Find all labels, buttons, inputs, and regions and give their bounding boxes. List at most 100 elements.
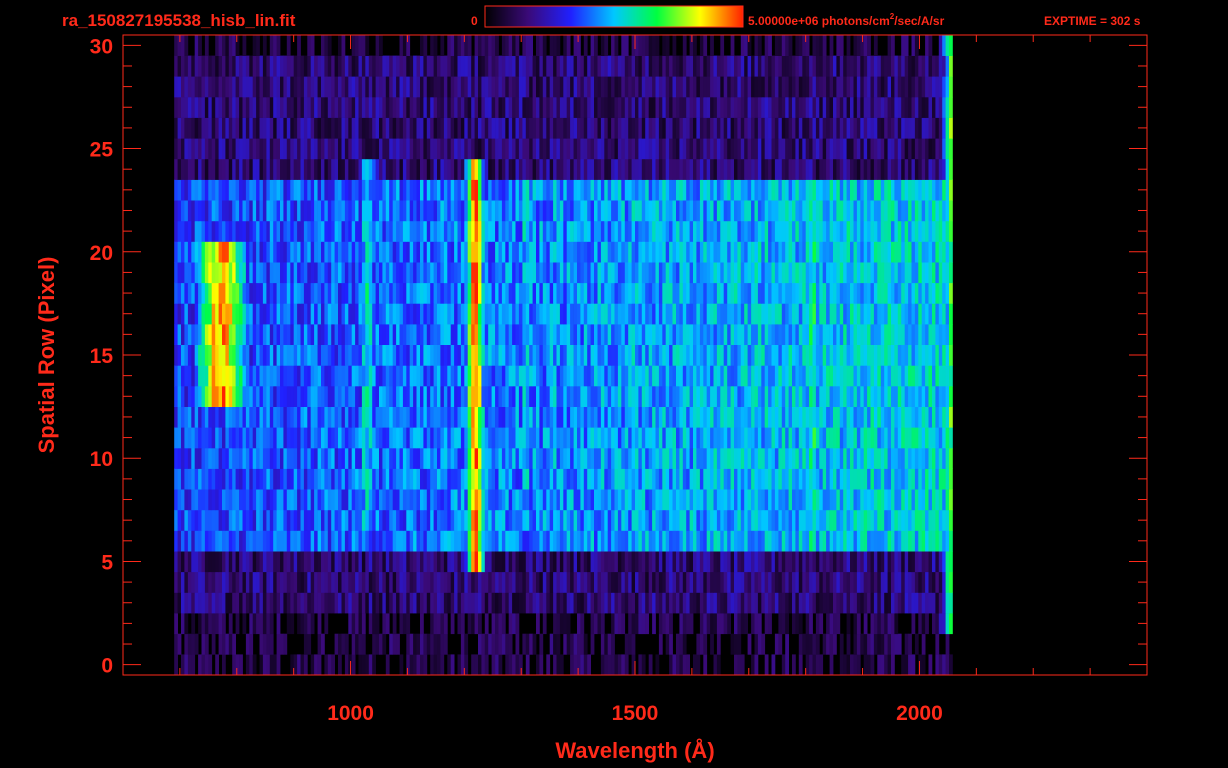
heatmap-cell [181, 324, 185, 345]
heatmap-cell [891, 654, 895, 676]
heatmap-cell [744, 489, 748, 511]
heatmap-cell [276, 489, 281, 511]
heatmap-cell [563, 571, 568, 593]
heatmap-cell [471, 262, 475, 284]
heatmap-cell [488, 200, 492, 222]
heatmap-cell [949, 406, 953, 428]
heatmap-cell [382, 613, 387, 635]
heatmap-cell [764, 654, 769, 676]
heatmap-cell [587, 509, 591, 531]
heatmap-cell [382, 262, 387, 284]
heatmap-cell [720, 468, 725, 490]
heatmap-cell [949, 571, 953, 593]
heatmap-cell [375, 200, 380, 222]
heatmap-cell [713, 447, 718, 469]
heatmap-cell [867, 241, 871, 263]
heatmap-cell [652, 571, 656, 593]
heatmap-cell [747, 406, 752, 428]
heatmap-cell [867, 427, 871, 449]
heatmap-cell [361, 220, 366, 242]
heatmap-cell [713, 303, 718, 325]
heatmap-cell [546, 530, 551, 552]
heatmap-cell [208, 344, 213, 366]
heatmap-cell [727, 447, 731, 469]
heatmap-cell [225, 509, 230, 531]
heatmap-cell [276, 654, 281, 676]
heatmap-cell [208, 303, 213, 325]
heatmap-cell [764, 406, 769, 428]
heatmap-cell [269, 571, 274, 593]
heatmap-cell [734, 324, 738, 345]
heatmap-cell [218, 489, 223, 511]
heatmap-cell [573, 654, 578, 676]
heatmap-cell [491, 406, 496, 428]
heatmap-cell [522, 241, 527, 263]
heatmap-cell [297, 654, 301, 676]
heatmap-cell [669, 551, 673, 573]
heatmap-cell [478, 324, 482, 345]
heatmap-cell [416, 303, 421, 325]
heatmap-cell [177, 344, 182, 366]
heatmap-cell [532, 509, 537, 531]
heatmap-cell [344, 241, 349, 263]
heatmap-cell [757, 365, 762, 387]
heatmap-cell [921, 262, 926, 284]
heatmap-cell [901, 303, 905, 325]
heatmap-cell [850, 200, 854, 222]
heatmap-cell [331, 406, 335, 428]
heatmap-cell [723, 468, 728, 490]
heatmap-cell [460, 447, 465, 469]
heatmap-cell [467, 447, 472, 469]
heatmap-cell [795, 241, 800, 263]
heatmap-cell [399, 509, 404, 531]
heatmap-cell [474, 468, 479, 490]
heatmap-cell [256, 592, 260, 614]
heatmap-cell [730, 447, 735, 469]
heatmap-cell [867, 282, 871, 304]
heatmap-cell [372, 303, 376, 325]
heatmap-cell [478, 200, 482, 222]
heatmap-cell [628, 468, 632, 490]
heatmap-cell [597, 468, 602, 490]
heatmap-cell [553, 551, 557, 573]
heatmap-cell [577, 592, 581, 614]
heatmap-cell [245, 551, 250, 573]
heatmap-cell [880, 613, 885, 635]
heatmap-cell [515, 447, 520, 469]
heatmap-cell [836, 509, 841, 531]
heatmap-cell [587, 282, 591, 304]
heatmap-cell [696, 509, 701, 531]
heatmap-cell [327, 571, 332, 593]
heatmap-cell [361, 654, 366, 676]
heatmap-cell [768, 509, 772, 531]
heatmap-cell [628, 406, 632, 428]
heatmap-cell [757, 262, 762, 284]
heatmap-cell [761, 509, 766, 531]
heatmap-cell [204, 468, 209, 490]
heatmap-cell [829, 241, 834, 263]
heatmap-cell [580, 406, 585, 428]
heatmap-cell [491, 447, 496, 469]
heatmap-cell [491, 344, 496, 366]
heatmap-cell [631, 613, 636, 635]
heatmap-cell [819, 613, 824, 635]
heatmap-cell [488, 530, 492, 552]
heatmap-cell [232, 571, 236, 593]
heatmap-cell [877, 282, 882, 304]
heatmap-cell [440, 489, 445, 511]
heatmap-cell [617, 365, 622, 387]
heatmap-cell [549, 489, 554, 511]
heatmap-cell [464, 303, 469, 325]
heatmap-cell [256, 551, 260, 573]
heatmap-cell [245, 241, 250, 263]
heatmap-cell [826, 324, 830, 345]
heatmap-cell [805, 262, 810, 284]
heatmap-cell [587, 406, 591, 428]
heatmap-cell [771, 654, 776, 676]
heatmap-cell [177, 200, 182, 222]
heatmap-cell [891, 427, 895, 449]
heatmap-cell [266, 530, 271, 552]
heatmap-cell [577, 282, 581, 304]
heatmap-cell [174, 324, 178, 345]
heatmap-cell [638, 447, 643, 469]
